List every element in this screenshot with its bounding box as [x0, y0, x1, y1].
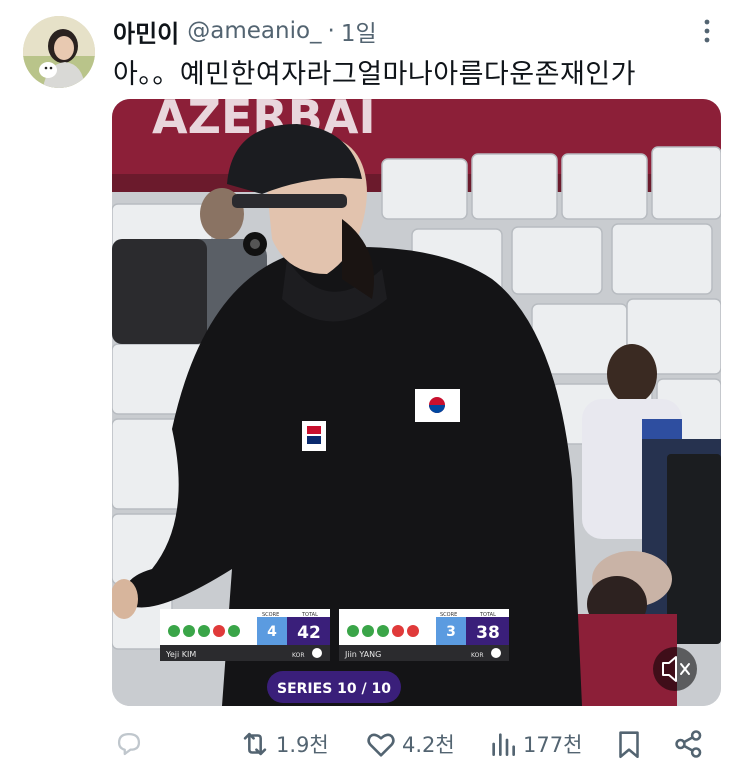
more-options-icon[interactable] — [697, 16, 717, 46]
share-button[interactable] — [672, 724, 706, 764]
avatar-image — [23, 16, 95, 88]
views-button[interactable]: 177천 — [487, 724, 582, 764]
right-set-score: 3 — [446, 624, 456, 640]
timestamp[interactable]: 1일 — [341, 14, 377, 48]
user-handle[interactable]: @ameanio_ — [187, 18, 321, 44]
left-total-score: 42 — [297, 623, 321, 643]
tweet-header: 아민이 @ameanio_ · 1일 — [113, 14, 723, 48]
views-chart-icon — [492, 733, 515, 756]
bookmark-icon — [619, 731, 639, 759]
reply-button[interactable] — [112, 724, 146, 764]
media-video[interactable]: AZERBAI SCORE TOTAL 4 42 Yeji KIM KOR SC… — [112, 99, 721, 706]
left-set-score: 4 — [267, 624, 277, 640]
retweet-button[interactable]: 1.9천 — [238, 724, 329, 764]
avatar[interactable] — [23, 16, 95, 88]
scoreboard-left: SCORE TOTAL 4 42 Yeji KIM KOR — [160, 609, 330, 661]
right-player-name: Jiin YANG — [344, 650, 381, 659]
video-frame: AZERBAI SCORE TOTAL 4 42 Yeji KIM KOR SC… — [112, 99, 721, 706]
separator-dot: · — [327, 18, 335, 44]
bookmark-button[interactable] — [612, 724, 646, 764]
share-icon — [675, 730, 702, 758]
series-label: SERIES 10 / 10 — [277, 681, 391, 697]
like-button[interactable]: 4.2천 — [364, 724, 455, 764]
right-total-score: 38 — [476, 623, 500, 643]
left-player-name: Yeji KIM — [165, 650, 196, 659]
scoreboard-right: SCORE TOTAL 3 38 Jiin YANG KOR — [339, 609, 509, 661]
speaker-muted-icon[interactable] — [653, 647, 697, 691]
display-name[interactable]: 아민이 — [113, 14, 179, 49]
like-count: 4.2천 — [402, 733, 455, 757]
reply-icon — [117, 732, 141, 756]
retweet-icon — [243, 732, 267, 756]
right-country: KOR — [471, 652, 484, 659]
tweet-text: 아。。예민한여자라그얼마나아름다운존재인가 — [113, 59, 636, 90]
views-count: 177천 — [523, 733, 583, 757]
retweet-count: 1.9천 — [276, 733, 329, 757]
left-country: KOR — [292, 652, 305, 659]
heart-icon — [367, 733, 395, 757]
tweet-action-bar: 1.9천 4.2천 177천 — [112, 724, 722, 764]
